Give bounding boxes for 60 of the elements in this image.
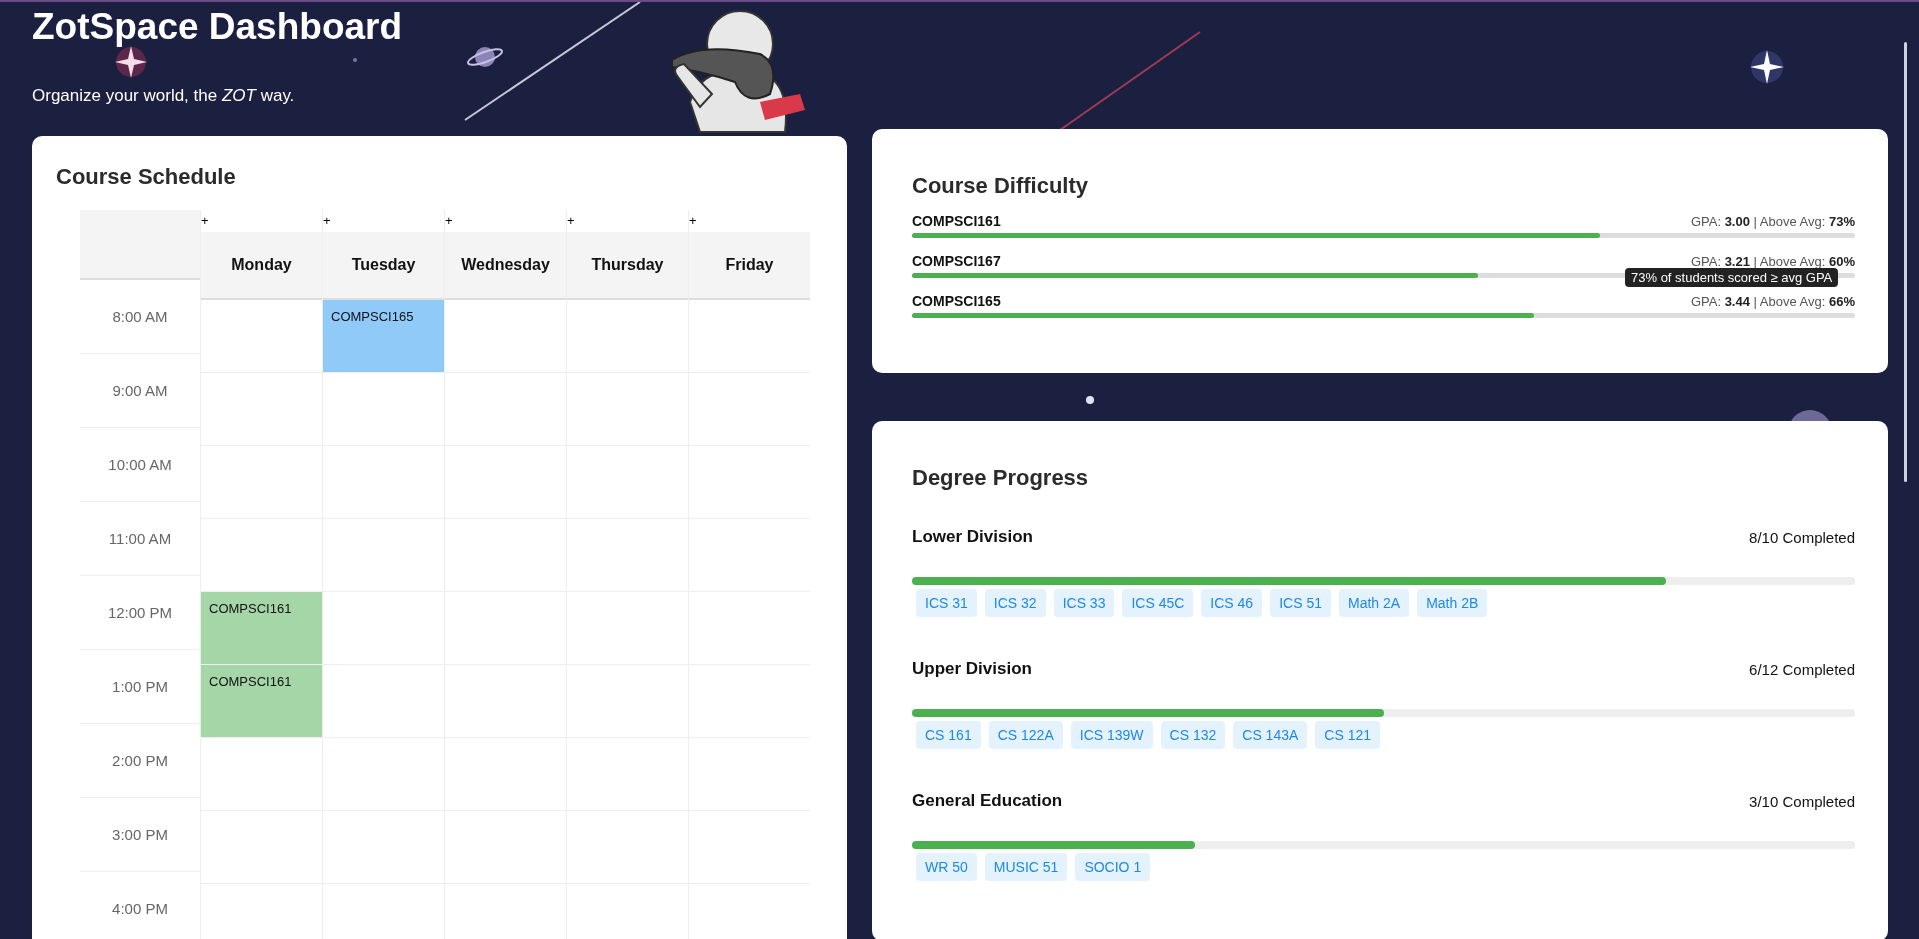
course-tag: CS 143A <box>1233 721 1308 749</box>
time-label: 12:00 PM <box>107 604 173 621</box>
course-tag: ICS 51 <box>1270 589 1331 617</box>
course-tag: CS 132 <box>1160 721 1226 749</box>
gpa-stats: GPA: 3.00 | Above Avg: 73% <box>1690 214 1855 229</box>
course-tag: Math 2B <box>1417 589 1488 617</box>
course-tag: ICS 46 <box>1201 589 1263 617</box>
course-block[interactable]: COMPSCI165 <box>323 300 444 372</box>
section-title: General Education <box>912 791 1063 811</box>
time-label: 4:00 PM <box>112 900 168 917</box>
add-button[interactable]: + <box>323 214 331 227</box>
time-label: 9:00 AM <box>112 382 168 399</box>
day-header: Thursday <box>567 232 688 300</box>
time-label: 10:00 AM <box>108 456 172 473</box>
day-header: Wednesday <box>445 232 566 300</box>
add-button[interactable]: + <box>201 214 209 227</box>
card-title: Course Schedule <box>56 164 236 190</box>
sparkle-icon <box>115 46 147 78</box>
scrollbar[interactable] <box>1904 42 1907 482</box>
completion-count: 6/12 Completed <box>1749 660 1855 678</box>
course-name: COMPSCI167 <box>912 253 1001 269</box>
tooltip: 73% of students scored ≥ avg GPA <box>1625 268 1839 287</box>
add-button[interactable]: + <box>689 214 697 227</box>
gpa-stats: GPA: 3.44 | Above Avg: 66% <box>1690 294 1855 309</box>
time-label: 1:00 PM <box>112 678 168 695</box>
section-title: Lower Division <box>912 527 1033 547</box>
day-header: Friday <box>689 232 810 300</box>
time-label: 11:00 AM <box>108 530 172 547</box>
day-header: Tuesday <box>323 232 444 300</box>
course-tag: ICS 139W <box>1070 721 1153 749</box>
planet-icon <box>467 47 503 67</box>
course-block[interactable]: COMPSCI161 <box>201 665 322 737</box>
completion-count: 8/10 Completed <box>1749 528 1855 546</box>
card-title: Degree Progress <box>912 465 1089 491</box>
page-title: ZotSpace Dashboard <box>32 6 403 48</box>
course-tag: ICS 45C <box>1122 589 1194 617</box>
course-tag: ICS 32 <box>984 589 1046 617</box>
course-tag: ICS 33 <box>1053 589 1115 617</box>
course-name: COMPSCI161 <box>912 213 1001 229</box>
course-tag: ICS 31 <box>916 589 977 617</box>
course-tag: CS 121 <box>1315 721 1380 749</box>
course-tag: CS 122A <box>988 721 1063 749</box>
course-tag: MUSIC 51 <box>984 853 1068 881</box>
add-button[interactable]: + <box>445 214 453 227</box>
course-tag: Math 2A <box>1339 589 1410 617</box>
course-block[interactable]: COMPSCI161 <box>201 592 322 664</box>
add-button[interactable]: + <box>567 214 575 227</box>
completion-count: 3/10 Completed <box>1749 792 1855 810</box>
sparkle-icon <box>1750 50 1784 84</box>
course-tag: WR 50 <box>916 853 977 881</box>
day-header: Monday <box>201 232 322 300</box>
course-tag: SOCIO 1 <box>1075 853 1151 881</box>
time-label: 8:00 AM <box>112 308 168 325</box>
page-subtitle: Organize your world, the ZOT way. <box>32 86 295 106</box>
card-title: Course Difficulty <box>912 173 1089 199</box>
course-tag: CS 161 <box>916 721 981 749</box>
course-name: COMPSCI165 <box>912 293 1001 309</box>
time-label: 3:00 PM <box>112 826 168 843</box>
time-label: 2:00 PM <box>112 752 168 769</box>
section-title: Upper Division <box>912 659 1032 679</box>
